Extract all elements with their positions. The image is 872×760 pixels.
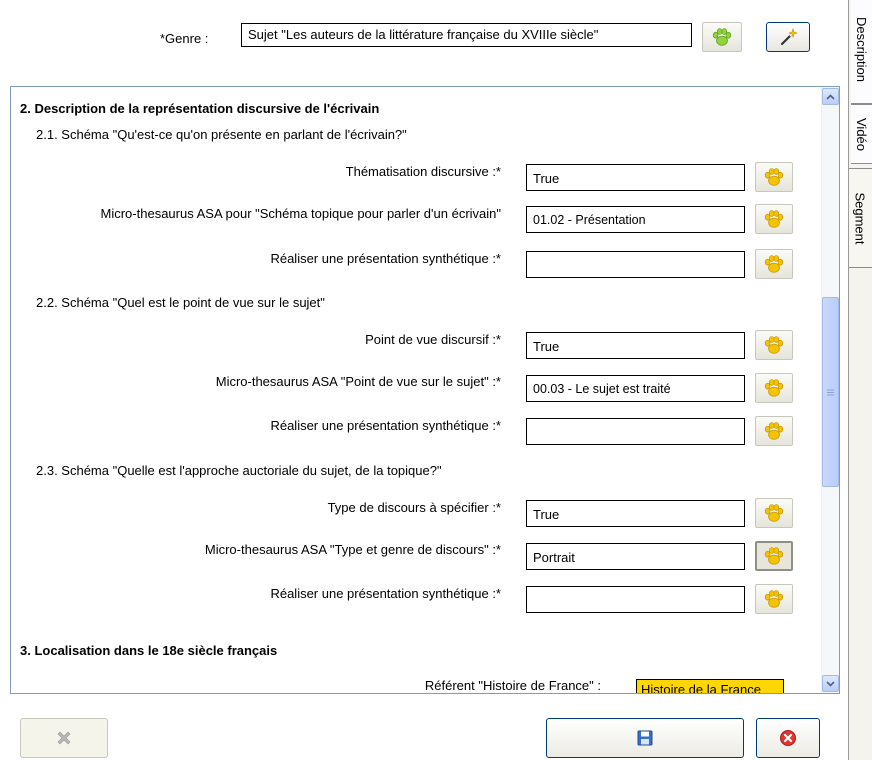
schema-title-2-1: 2.1. Schéma "Qu'est-ce qu'on présente en… [36, 127, 407, 142]
field-label: Type de discours à spécifier :* [327, 500, 501, 515]
schema-title-2-2: 2.2. Schéma "Quel est le point de vue su… [36, 295, 325, 310]
synthese-2-1-thesaurus-button[interactable] [755, 249, 793, 279]
field-label: Point de vue discursif :* [365, 332, 501, 347]
genre-field[interactable]: Sujet "Les auteurs de la littérature fra… [241, 23, 692, 47]
grip-icon [827, 389, 834, 395]
tab-video-label: Vidéo [854, 117, 870, 151]
magic-wand-button[interactable] [766, 22, 810, 52]
paw-icon [763, 208, 785, 230]
paw-icon [763, 502, 785, 524]
point-de-vue-field[interactable]: True [526, 332, 745, 359]
form-scroll-panel[interactable]: 2. Description de la représentation disc… [10, 86, 840, 694]
type-discours-thesaurus-button[interactable] [755, 498, 793, 528]
vertical-scrollbar[interactable] [821, 87, 839, 693]
paw-icon [711, 26, 733, 48]
field-label: Micro-thesaurus ASA "Type et genre de di… [204, 542, 501, 557]
paw-icon [763, 377, 785, 399]
delete-icon [57, 731, 71, 745]
magic-wand-icon [780, 28, 798, 46]
tab-description[interactable]: Description [851, 0, 872, 104]
field-label: Réaliser une présentation synthétique :* [270, 586, 501, 601]
paw-icon [763, 545, 785, 567]
scroll-up-button[interactable] [822, 88, 839, 105]
point-de-vue-thesaurus-button[interactable] [755, 330, 793, 360]
synthese-2-3-thesaurus-button[interactable] [755, 584, 793, 614]
tab-segment-label: Segment [853, 191, 869, 245]
micro-thesaurus-point-de-vue-field[interactable]: 00.03 - Le sujet est traité [526, 375, 745, 402]
side-tab-strip: Description Vidéo Segment [848, 0, 872, 760]
genre-thesaurus-button[interactable] [702, 22, 742, 52]
synthese-field-2-3[interactable] [526, 586, 745, 613]
synthese-2-2-thesaurus-button[interactable] [755, 416, 793, 446]
thematisation-thesaurus-button[interactable] [755, 162, 793, 192]
chevron-down-icon [826, 680, 835, 687]
section-title-3: 3. Localisation dans le 18e siècle franç… [20, 643, 278, 658]
genre-label: *Genre : [160, 31, 209, 46]
paw-icon [763, 420, 785, 442]
save-icon [637, 730, 653, 746]
micro-thesaurus-genre-discours-field[interactable]: Portrait [526, 543, 745, 570]
micro-thesaurus-topique-field[interactable]: 01.02 - Présentation [526, 206, 745, 233]
field-label: Réaliser une présentation synthétique :* [270, 418, 501, 433]
tab-description-label: Description [854, 16, 869, 82]
cancel-icon [780, 730, 796, 746]
paw-icon [763, 166, 785, 188]
paw-icon [763, 588, 785, 610]
scroll-down-button[interactable] [822, 675, 839, 692]
tab-video[interactable]: Vidéo [851, 104, 872, 164]
field-label: Micro-thesaurus ASA pour "Schéma topique… [100, 206, 501, 221]
thematisation-field[interactable]: True [526, 164, 745, 191]
chevron-up-icon [826, 93, 835, 100]
point-de-vue-asa-thesaurus-button[interactable] [755, 373, 793, 403]
genre-discours-thesaurus-button[interactable] [755, 541, 793, 571]
field-label: Réaliser une présentation synthétique :* [270, 251, 501, 266]
synthese-field-2-2[interactable] [526, 418, 745, 445]
field-label: Thématisation discursive :* [345, 164, 501, 179]
field-label: Micro-thesaurus ASA "Point de vue sur le… [215, 374, 501, 389]
cancel-button[interactable] [756, 718, 820, 758]
save-button[interactable] [546, 718, 744, 758]
referent-histoire-link[interactable]: Histoire de la France [636, 679, 784, 693]
topique-thesaurus-button[interactable] [755, 204, 793, 234]
paw-icon [763, 334, 785, 356]
delete-button[interactable] [20, 718, 108, 758]
referent-label: Référent "Histoire de France" : [424, 678, 601, 693]
section-title-2: 2. Description de la représentation disc… [20, 101, 380, 116]
scroll-thumb[interactable] [822, 297, 839, 487]
paw-icon [763, 253, 785, 275]
type-discours-field[interactable]: True [526, 500, 745, 527]
synthese-field-2-1[interactable] [526, 251, 745, 278]
tab-segment[interactable]: Segment [849, 168, 872, 268]
schema-title-2-3: 2.3. Schéma "Quelle est l'approche aucto… [36, 463, 442, 478]
